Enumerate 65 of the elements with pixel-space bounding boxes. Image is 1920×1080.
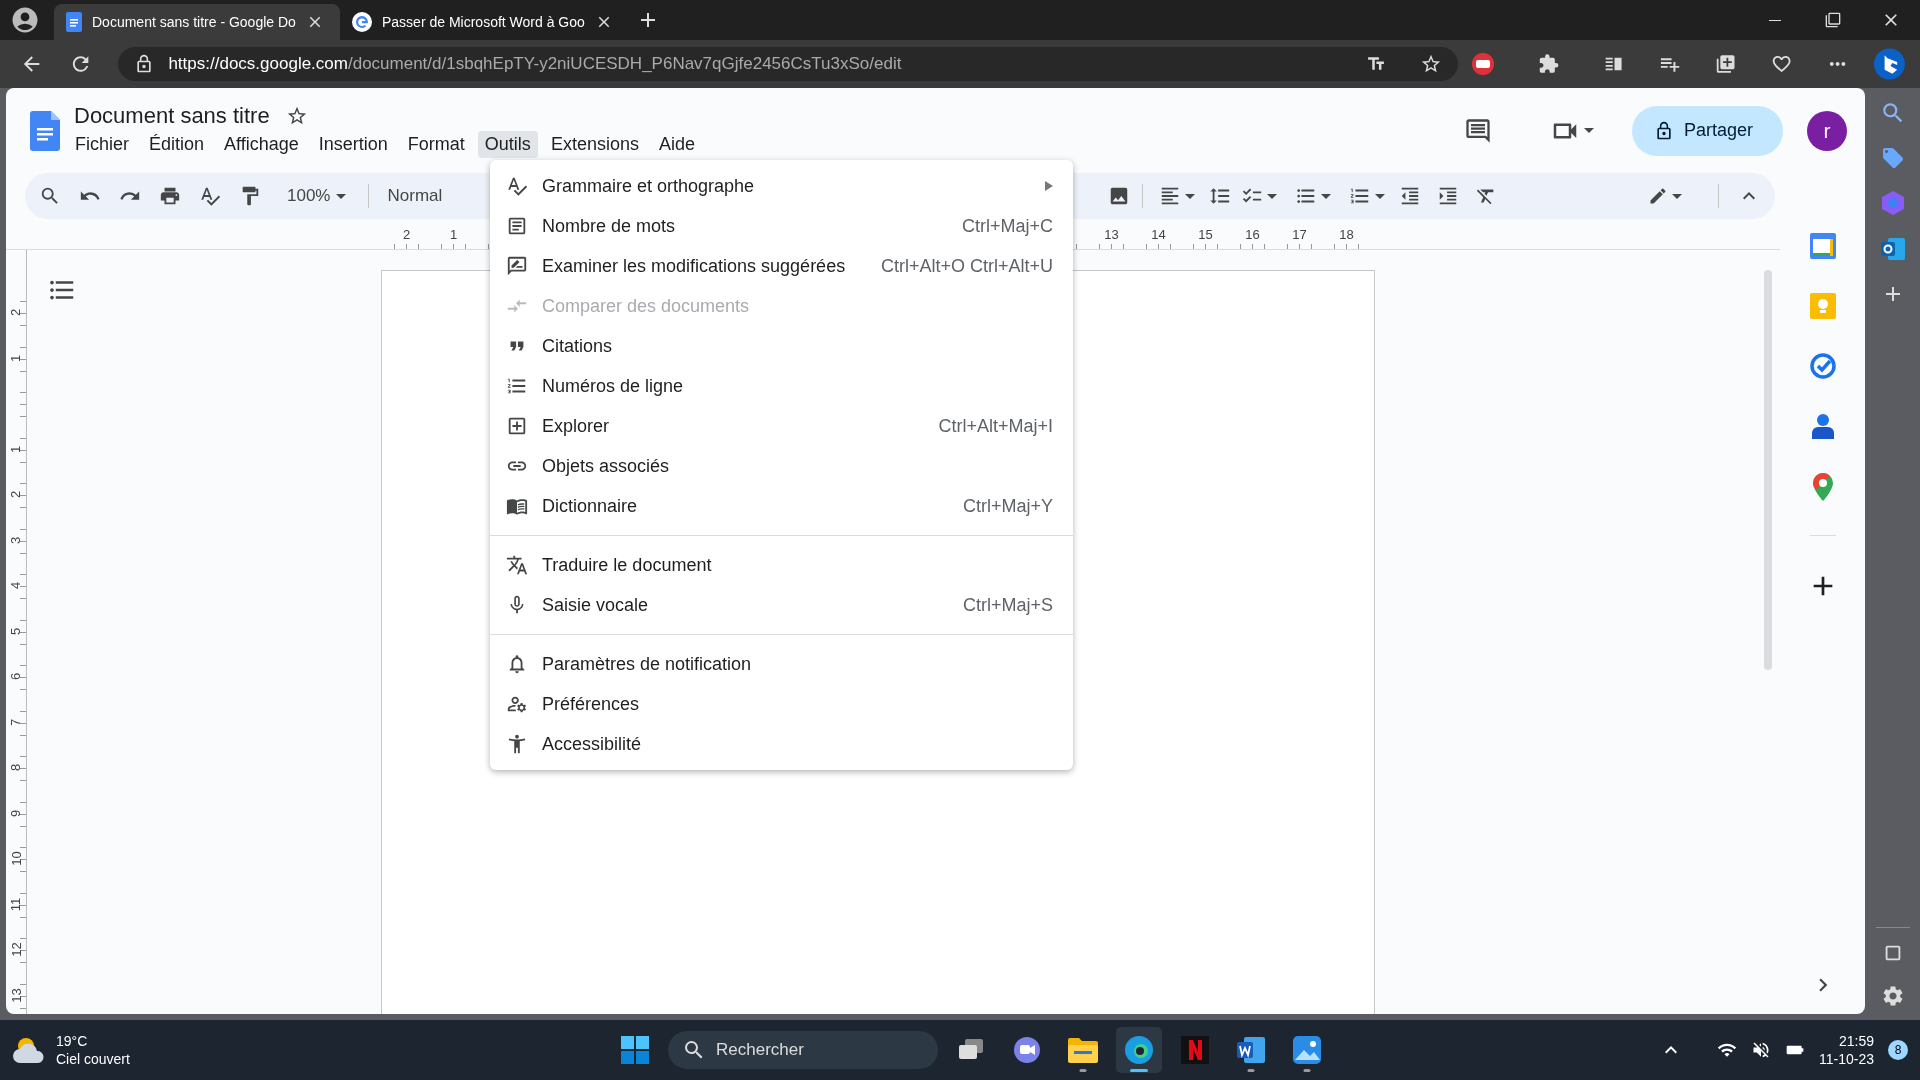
taskbar-search-field[interactable]: Rechercher bbox=[668, 1031, 938, 1069]
menu-item[interactable]: Paramètres de notification bbox=[490, 644, 1073, 684]
menu-item[interactable]: Nombre de mots Ctrl+Maj+C bbox=[490, 206, 1073, 246]
menu-item[interactable]: Dictionnaire Ctrl+Maj+Y bbox=[490, 486, 1073, 526]
style-dropdown[interactable]: Normal bbox=[381, 185, 449, 207]
ruler-number: 10 bbox=[8, 851, 24, 866]
ruler-number: 9 bbox=[8, 809, 24, 817]
ruler-number: 2 bbox=[402, 227, 411, 242]
menu-item[interactable]: Numéros de ligne bbox=[490, 366, 1073, 406]
ruler-number: 8 bbox=[8, 764, 24, 772]
ruler-number: 2 bbox=[8, 309, 24, 317]
menu-item[interactable]: Outils bbox=[477, 131, 538, 158]
temperature-text: 19°C bbox=[56, 1032, 89, 1050]
ruler-number: 1 bbox=[8, 354, 24, 362]
zoom-dropdown[interactable]: 100% bbox=[281, 185, 357, 207]
ruler-number: 15 bbox=[1198, 227, 1213, 242]
clock[interactable]: 21:59 11-10-23 bbox=[1819, 1032, 1874, 1068]
menu-item[interactable]: Fichier bbox=[68, 131, 136, 158]
ruler-number: 7 bbox=[8, 718, 24, 726]
weather-text: Ciel couvert bbox=[56, 1050, 130, 1068]
menu-item[interactable]: Saisie vocale Ctrl+Maj+S bbox=[490, 585, 1073, 625]
ruler-number: 6 bbox=[8, 673, 24, 681]
menu-item[interactable]: Traduire le document bbox=[490, 545, 1073, 585]
menu-item[interactable]: Explorer Ctrl+Alt+Maj+I bbox=[490, 406, 1073, 446]
ruler-number: 1 bbox=[449, 227, 458, 242]
document-title[interactable]: Document sans titre bbox=[74, 103, 270, 129]
shortcut-text: Ctrl+Alt+Maj+I bbox=[938, 415, 1053, 437]
shortcut-text: Ctrl+Maj+Y bbox=[962, 495, 1053, 517]
menu-item[interactable]: Objets associés bbox=[490, 446, 1073, 486]
menu-item[interactable]: Citations bbox=[490, 326, 1073, 366]
menu-item[interactable]: Préférences bbox=[490, 684, 1073, 724]
menu-item[interactable]: Format bbox=[400, 131, 472, 158]
browser-tab[interactable]: Document sans titre - Google Do bbox=[54, 4, 340, 40]
tab-title: Passer de Microsoft Word à Goo bbox=[382, 14, 585, 30]
ruler-number: 13 bbox=[1104, 227, 1119, 242]
menu-item[interactable]: Examiner les modifications suggérées Ctrl+Alt+O Ctrl+Alt+U bbox=[490, 246, 1073, 286]
menu-item[interactable]: Accessibilité bbox=[490, 724, 1073, 764]
menu-item[interactable]: Grammaire et orthographe bbox=[490, 166, 1073, 206]
menu-item[interactable]: Édition bbox=[142, 131, 212, 158]
menu-item[interactable]: Affichage bbox=[217, 131, 306, 158]
user-avatar[interactable]: r bbox=[1807, 110, 1847, 151]
shortcut-text: Ctrl+Maj+S bbox=[962, 594, 1053, 616]
url-text: https://docs.google.com/document/d/1sbqhEpTY-y2niUCESDH_P6Nav7qGjfe2456CsTu3xSo/edit bbox=[168, 54, 903, 74]
ruler-number: 16 bbox=[1245, 227, 1260, 242]
ruler-number: 11 bbox=[8, 897, 24, 911]
ruler-number: 12 bbox=[8, 942, 24, 957]
tab-title: Document sans titre - Google Do bbox=[92, 14, 296, 30]
menu-item[interactable]: Insertion bbox=[311, 131, 395, 158]
menu-item[interactable]: Extensions bbox=[543, 131, 646, 158]
ruler-number: 17 bbox=[1292, 227, 1307, 242]
ruler-number: 3 bbox=[8, 536, 24, 544]
shortcut-text: Ctrl+Maj+C bbox=[961, 215, 1053, 237]
ruler-number: 2 bbox=[8, 491, 24, 499]
ruler-number: 13 bbox=[8, 988, 24, 1003]
browser-tab[interactable]: Passer de Microsoft Word à Goo bbox=[340, 4, 626, 40]
ruler-number: 4 bbox=[8, 582, 24, 590]
ruler-number: 1 bbox=[8, 445, 24, 453]
ruler-number: 18 bbox=[1339, 227, 1354, 242]
shortcut-text: Ctrl+Alt+O Ctrl+Alt+U bbox=[880, 255, 1053, 277]
menu-item[interactable]: Aide bbox=[651, 131, 702, 158]
ruler-number: 5 bbox=[8, 627, 24, 635]
notification-badge[interactable]: 8 bbox=[1888, 1040, 1908, 1060]
ruler-number: 14 bbox=[1151, 227, 1166, 242]
share-button[interactable]: Partager bbox=[1631, 105, 1783, 156]
address-field[interactable]: https://docs.google.com/document/d/1sbqhEpTY-y2niUCESDH_P6Nav7qGjfe2456CsTu3xSo/edit bbox=[118, 47, 1459, 81]
